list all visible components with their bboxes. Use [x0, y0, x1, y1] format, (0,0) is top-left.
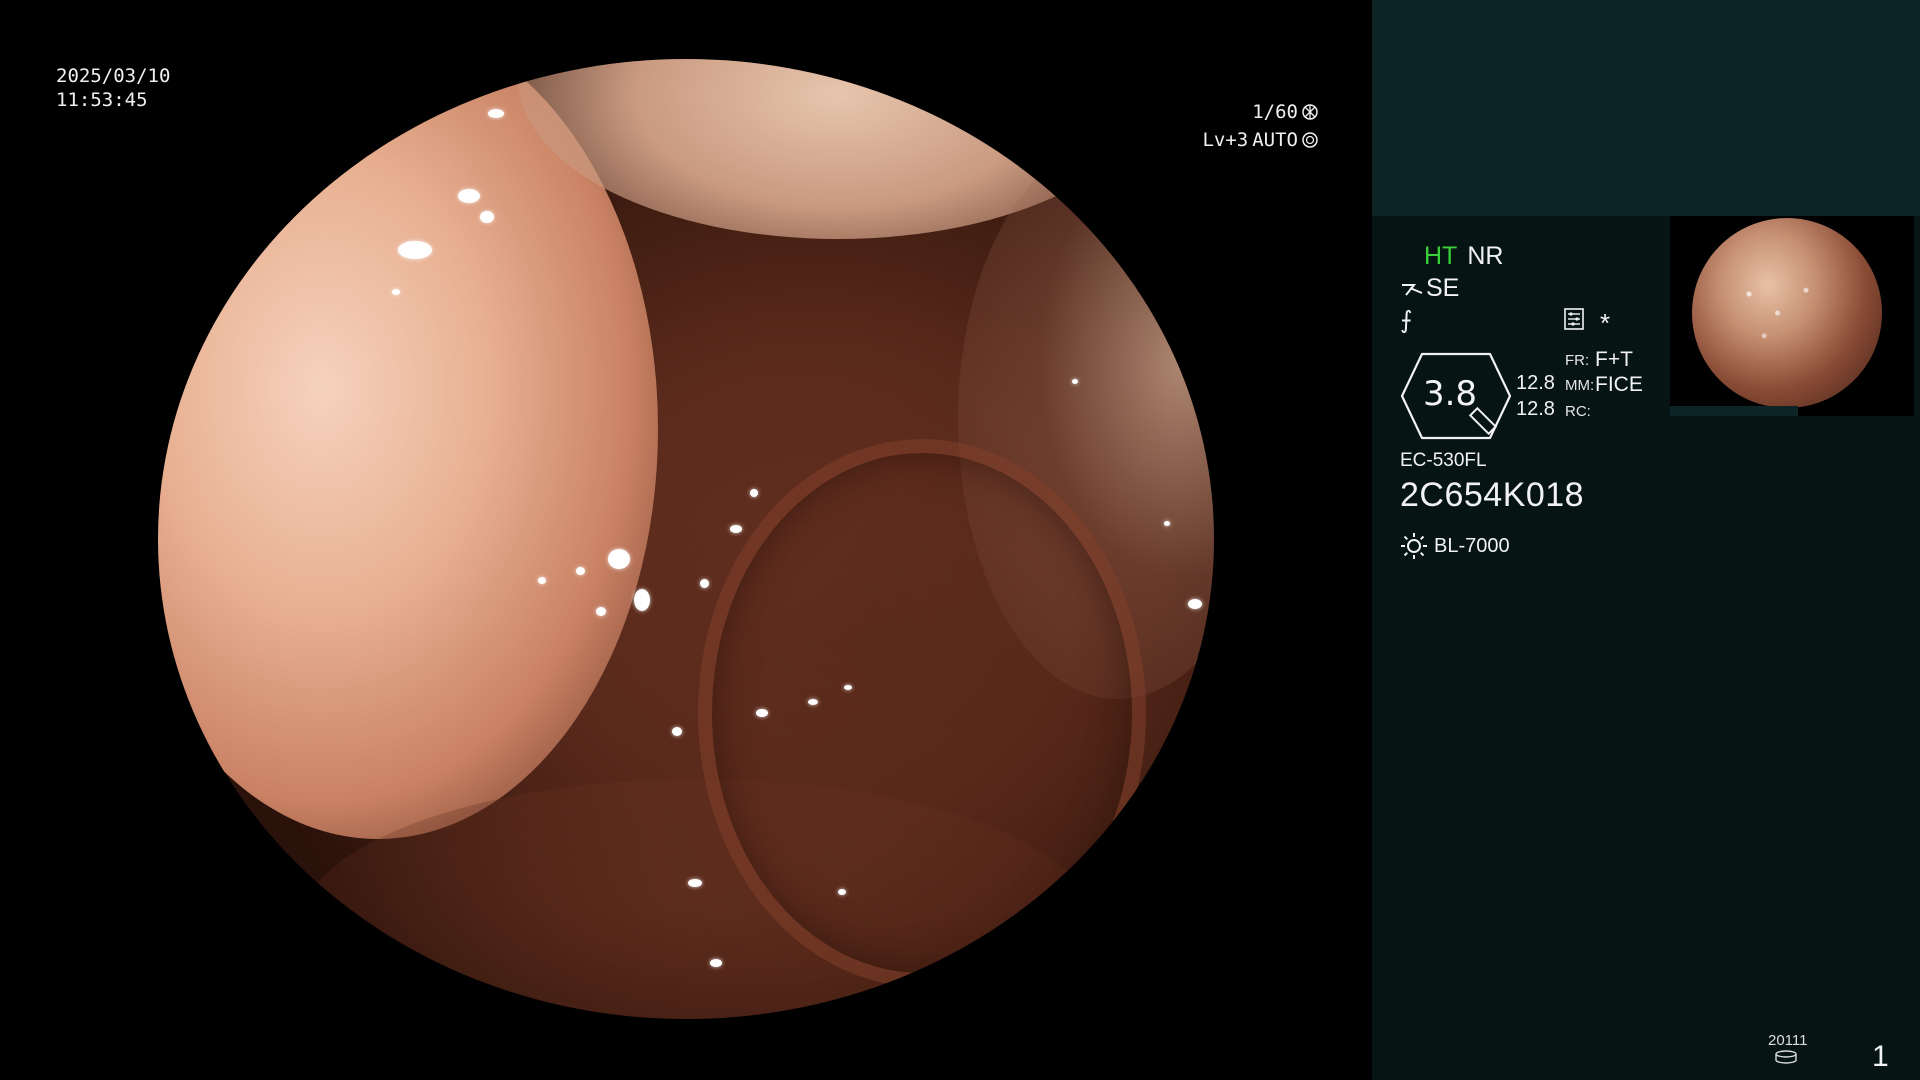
structure-enhance-icon: [1402, 283, 1423, 296]
specular-highlight: [634, 589, 650, 611]
date-time-overlay: 2025/03/10 11:53:45: [56, 64, 170, 112]
settings-list-icon: [1564, 308, 1584, 330]
light-source-label: BL-7000: [1434, 534, 1510, 557]
fr-label: FR:: [1565, 352, 1590, 369]
specular-highlight: [480, 211, 494, 223]
exposure-overlay: 1/60 Lv+3 AUTO: [1202, 98, 1318, 154]
endoscope-image-area: 2025/03/10 11:53:45 1/60 Lv+3 AUTO: [0, 0, 1372, 1080]
fr-value: F+T: [1595, 348, 1633, 371]
mode-ht-label: HT: [1424, 242, 1458, 270]
page-number: 1: [1872, 1040, 1889, 1073]
specular-highlight: [750, 489, 758, 497]
time-text: 11:53:45: [56, 89, 148, 111]
specular-highlight: [458, 189, 480, 203]
specular-highlight: [808, 699, 818, 705]
structure-enhance-row: SE: [1400, 274, 1459, 303]
specular-highlight: [700, 579, 709, 588]
specular-highlight: [1072, 379, 1078, 384]
specular-highlight: [1164, 521, 1170, 526]
mm-value: FICE: [1595, 373, 1643, 396]
image-mode-row: HT NR: [1424, 242, 1503, 271]
specular-highlight: [730, 525, 742, 533]
footer-code: 20111: [1768, 1032, 1808, 1049]
specular-highlight: [608, 549, 630, 569]
scope-model: EC-530FL: [1400, 450, 1487, 471]
scope-serial: 2C654K018: [1400, 476, 1585, 514]
zoom-badge: 3.8: [1400, 352, 1512, 440]
contrast-curve-icon: ⨍: [1400, 307, 1413, 334]
mm-label: MM:: [1565, 377, 1595, 394]
se-label: SE: [1426, 274, 1460, 302]
level-text: Lv+3: [1202, 129, 1249, 151]
mode-nr-label: NR: [1467, 242, 1504, 270]
info-panel: HT NR SE ⨍ * 3.8 12.8 12.8 FR: F+T MM: FI…: [1372, 0, 1920, 1080]
captured-image-thumbnail[interactable]: [1670, 216, 1914, 416]
scope-mask-top: [0, 0, 1372, 59]
aperture-icon: [1302, 104, 1318, 120]
asterisk-marker: *: [1600, 308, 1611, 338]
shutter-text: 1/60: [1252, 101, 1298, 123]
specular-highlight: [538, 577, 546, 584]
endoscope-live-view: [158, 59, 1214, 1019]
specular-highlight: [844, 685, 852, 690]
panel-header-block: [1372, 0, 1920, 216]
specular-highlight: [838, 889, 846, 895]
specular-highlight: [688, 879, 702, 887]
specular-highlight: [576, 567, 585, 575]
light-source-row: BL-7000: [1400, 532, 1510, 560]
specular-highlight: [1188, 599, 1202, 609]
rc-label: RC:: [1565, 403, 1591, 420]
mode-text: AUTO: [1252, 129, 1298, 151]
light-source-icon: [1401, 533, 1427, 559]
specular-highlight: [756, 709, 768, 717]
date-text: 2025/03/10: [56, 65, 171, 87]
auto-exposure-icon: [1302, 132, 1318, 148]
specular-highlight: [392, 289, 400, 295]
storage-disk-icon: [1775, 1050, 1797, 1064]
scope-mask-bottom: [0, 1019, 1372, 1080]
specular-highlight: [398, 241, 432, 259]
specular-highlight: [596, 607, 606, 616]
setting-value-1: 12.8: [1516, 372, 1555, 394]
specular-highlight: [710, 959, 722, 967]
setting-value-2: 12.8: [1516, 398, 1555, 420]
specular-highlight: [672, 727, 682, 736]
specular-highlight: [488, 109, 504, 118]
thumbnail-highlights: [1692, 218, 1882, 408]
zoom-value: 3.8: [1422, 374, 1478, 414]
thumbnail-bar: [1670, 406, 1798, 416]
